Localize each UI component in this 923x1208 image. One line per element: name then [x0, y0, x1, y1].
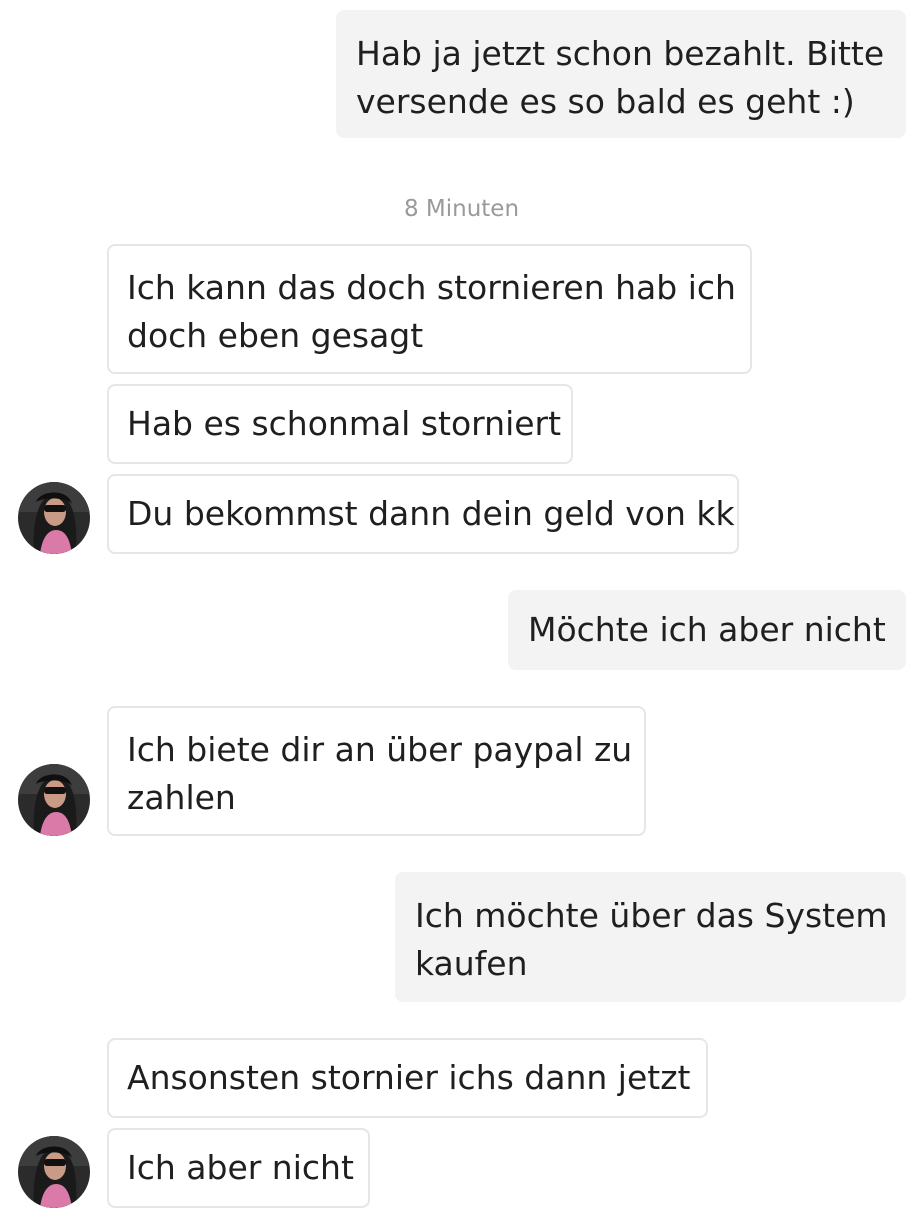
user-avatar-icon	[18, 1136, 90, 1208]
message-text: Hab ja jetzt schon bezahlt. Bitte versen…	[356, 34, 885, 121]
message-text: Möchte ich aber nicht	[528, 610, 886, 649]
message-text: Ich biete dir an über paypal zu zahlen	[127, 730, 633, 817]
message-text: Ich kann das doch stornieren hab ich doc…	[127, 268, 736, 355]
message-text: Ansonsten stornier ichs dann jetzt	[127, 1058, 691, 1097]
message-outgoing: Hab ja jetzt schon bezahlt. Bitte versen…	[336, 10, 906, 138]
message-incoming: Ich biete dir an über paypal zu zahlen	[107, 706, 646, 836]
message-incoming: Ich aber nicht	[107, 1128, 370, 1208]
message-incoming: Du bekommst dann dein geld von kk	[107, 474, 739, 554]
message-timestamp: 8 Minuten	[403, 196, 520, 222]
message-incoming: Ansonsten stornier ichs dann jetzt	[107, 1038, 708, 1118]
message-text: Ich aber nicht	[127, 1148, 354, 1187]
message-text: Hab es schonmal storniert	[127, 404, 562, 443]
user-avatar-icon	[18, 764, 90, 836]
message-outgoing: Möchte ich aber nicht	[508, 590, 906, 670]
avatar[interactable]	[18, 482, 90, 554]
message-text: Ich möchte über das System kaufen	[415, 896, 888, 983]
message-text: Du bekommst dann dein geld von kk	[127, 494, 735, 533]
user-avatar-icon	[18, 482, 90, 554]
avatar[interactable]	[18, 1136, 90, 1208]
message-outgoing: Ich möchte über das System kaufen	[395, 872, 906, 1002]
chat-thread: Hab ja jetzt schon bezahlt. Bitte versen…	[0, 0, 923, 1208]
avatar[interactable]	[18, 764, 90, 836]
message-incoming: Hab es schonmal storniert	[107, 384, 573, 464]
message-incoming: Ich kann das doch stornieren hab ich doc…	[107, 244, 752, 374]
